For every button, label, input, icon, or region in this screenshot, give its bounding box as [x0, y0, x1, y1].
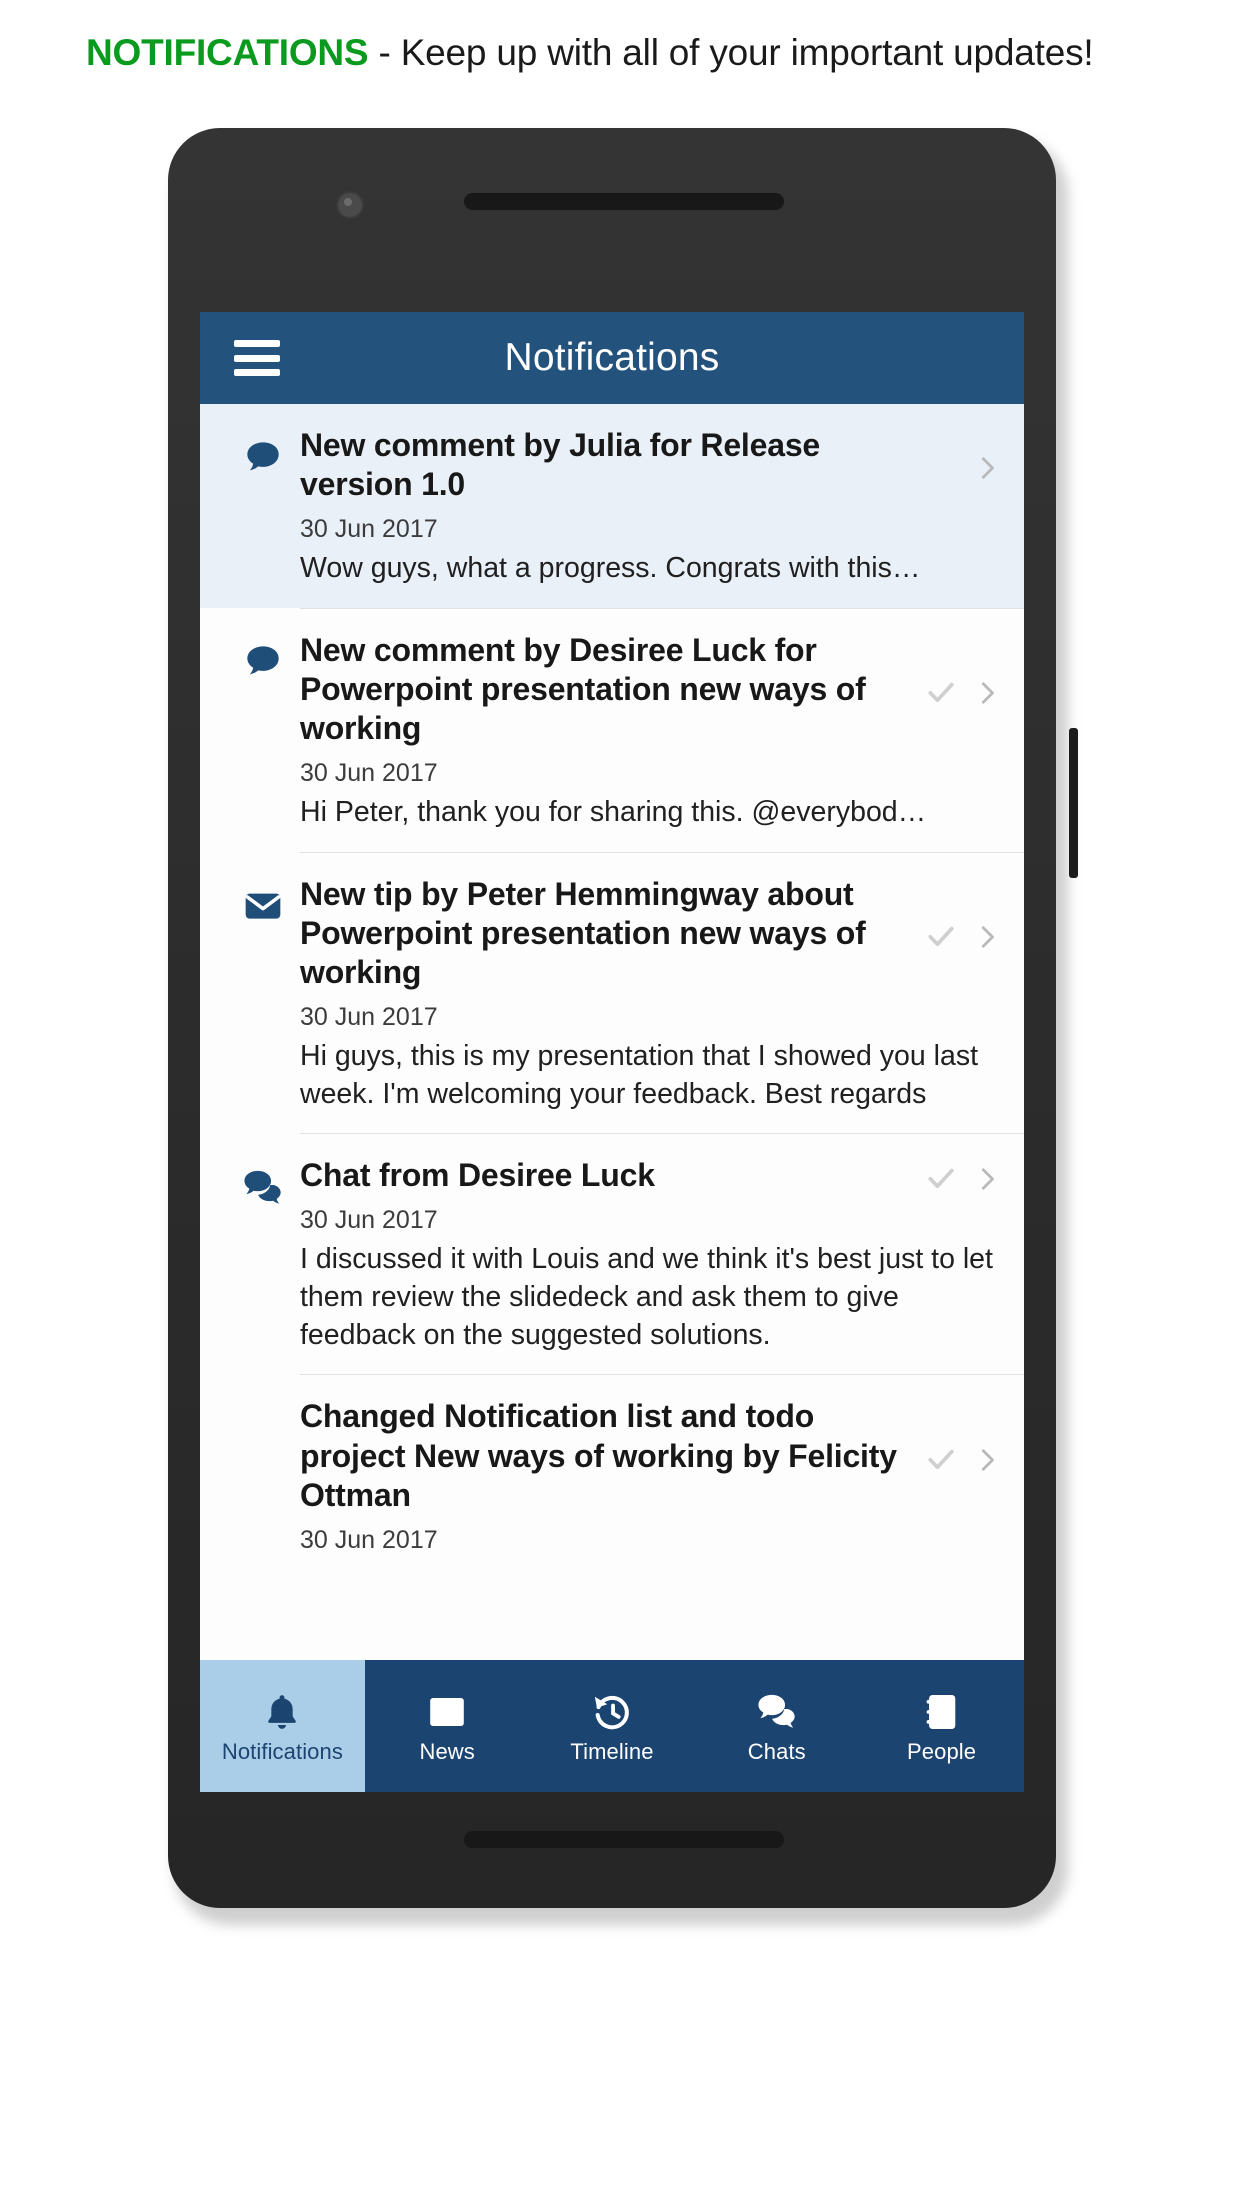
check-icon[interactable] [924, 1442, 958, 1476]
chats-double-bubble-icon [754, 1689, 800, 1735]
app-bar: Notifications [200, 312, 1024, 404]
nav-item-timeline[interactable]: Timeline [530, 1660, 695, 1792]
notification-date: 30 Jun 2017 [300, 1205, 438, 1234]
notification-item[interactable]: Changed Notification list and todo proje… [200, 1374, 1024, 1575]
notification-body: New comment by Desiree Luck for Powerpoi… [300, 607, 1024, 852]
bottom-navigation-bar: Notifications News Timeline Chats People [200, 1660, 1024, 1792]
notification-title-row: Chat from Desiree Luck [300, 1156, 1024, 1195]
contact-card-icon [919, 1689, 965, 1735]
nav-item-label: People [907, 1739, 977, 1764]
chevron-right-icon[interactable] [972, 450, 998, 484]
notification-body: Changed Notification list and todo proje… [300, 1374, 1024, 1574]
nav-item-label: Notifications [221, 1739, 343, 1764]
nav-item-news[interactable]: News [365, 1660, 530, 1792]
front-camera-icon [336, 191, 364, 219]
nav-item-label: Chats [747, 1739, 806, 1764]
notification-preview-text: Hi Peter, thank you for sharing this. @e… [300, 795, 927, 828]
notification-title: New comment by Julia for Release version… [300, 427, 821, 503]
envelope-icon [226, 852, 300, 926]
newspaper-icon [424, 1689, 470, 1735]
chevron-right-icon[interactable] [972, 675, 998, 709]
notification-title-row: New comment by Desiree Luck for Powerpoi… [300, 631, 1024, 749]
check-icon-placeholder [924, 450, 958, 484]
phone-mockup: Notifications New comment by Julia for R… [168, 128, 1078, 1925]
notification-icon-placeholder [226, 1374, 300, 1408]
page-title: Notifications [504, 336, 720, 379]
chats-double-bubble-icon [226, 1133, 300, 1209]
history-clock-icon [589, 1689, 635, 1735]
nav-item-chats[interactable]: Chats [694, 1660, 859, 1792]
notification-actions [924, 1157, 1024, 1195]
page-banner: NOTIFICATIONS - Keep up with all of your… [0, 0, 1242, 105]
home-button-bar [464, 1831, 784, 1848]
notification-list[interactable]: New comment by Julia for Release version… [200, 404, 1024, 1660]
chevron-right-icon[interactable] [972, 1161, 998, 1195]
nav-item-people[interactable]: People [859, 1660, 1024, 1792]
nav-item-notifications[interactable]: Notifications [200, 1660, 365, 1792]
notification-item[interactable]: New comment by Desiree Luck for Powerpoi… [200, 607, 1024, 852]
notification-title: Chat from Desiree Luck [300, 1157, 655, 1194]
notification-preview-text: Wow guys, what a progress. Congrats with… [300, 551, 921, 584]
notification-preview-text: I discussed it with Louis and we think i… [300, 1242, 993, 1351]
notification-actions [924, 446, 1024, 484]
notification-actions [924, 915, 1024, 953]
bell-icon [259, 1689, 305, 1735]
nav-item-label: Timeline [570, 1739, 654, 1764]
earpiece-speaker [464, 193, 784, 210]
notification-preview-text: Hi guys, this is my presentation that I … [300, 1039, 978, 1110]
notification-item[interactable]: New tip by Peter Hemmingway about Powerp… [200, 851, 1024, 1134]
app-screen: Notifications New comment by Julia for R… [200, 312, 1024, 1792]
banner-subtitle: - Keep up with all of your important upd… [368, 31, 1094, 73]
notification-date: 30 Jun 2017 [300, 514, 438, 543]
notification-body: New tip by Peter Hemmingway about Powerp… [300, 851, 1024, 1134]
check-icon[interactable] [924, 1161, 958, 1195]
hamburger-menu-icon[interactable] [234, 340, 280, 376]
notification-actions [924, 671, 1024, 709]
notification-item[interactable]: New comment by Julia for Release version… [200, 404, 1024, 608]
check-icon[interactable] [924, 919, 958, 953]
comment-bubble-icon [226, 608, 300, 682]
notification-title-row: New comment by Julia for Release version… [300, 426, 1024, 505]
notification-title: Changed Notification list and todo proje… [300, 1398, 897, 1514]
notification-title-row: New tip by Peter Hemmingway about Powerp… [300, 875, 1024, 993]
notification-title: New comment by Desiree Luck for Powerpoi… [300, 631, 866, 747]
banner-text: NOTIFICATIONS - Keep up with all of your… [86, 31, 1094, 74]
notification-date: 30 Jun 2017 [300, 1002, 438, 1031]
comment-bubble-icon [226, 404, 300, 478]
nav-item-label: News [419, 1739, 475, 1764]
notification-date: 30 Jun 2017 [300, 758, 438, 787]
notification-title: New tip by Peter Hemmingway about Powerp… [300, 875, 866, 991]
notification-actions [924, 1438, 1024, 1476]
notification-title-row: Changed Notification list and todo proje… [300, 1397, 1024, 1515]
notification-date: 30 Jun 2017 [300, 1525, 438, 1554]
chevron-right-icon[interactable] [972, 1442, 998, 1476]
power-button[interactable] [1069, 728, 1078, 878]
chevron-right-icon[interactable] [972, 919, 998, 953]
notification-body: Chat from Desiree Luck 30 Jun 2017 I discu… [300, 1133, 1024, 1374]
notification-body: New comment by Julia for Release version… [300, 404, 1024, 608]
check-icon[interactable] [924, 675, 958, 709]
notification-item[interactable]: Chat from Desiree Luck 30 Jun 2017 I discu… [200, 1133, 1024, 1375]
banner-keyword: NOTIFICATIONS [86, 31, 369, 73]
